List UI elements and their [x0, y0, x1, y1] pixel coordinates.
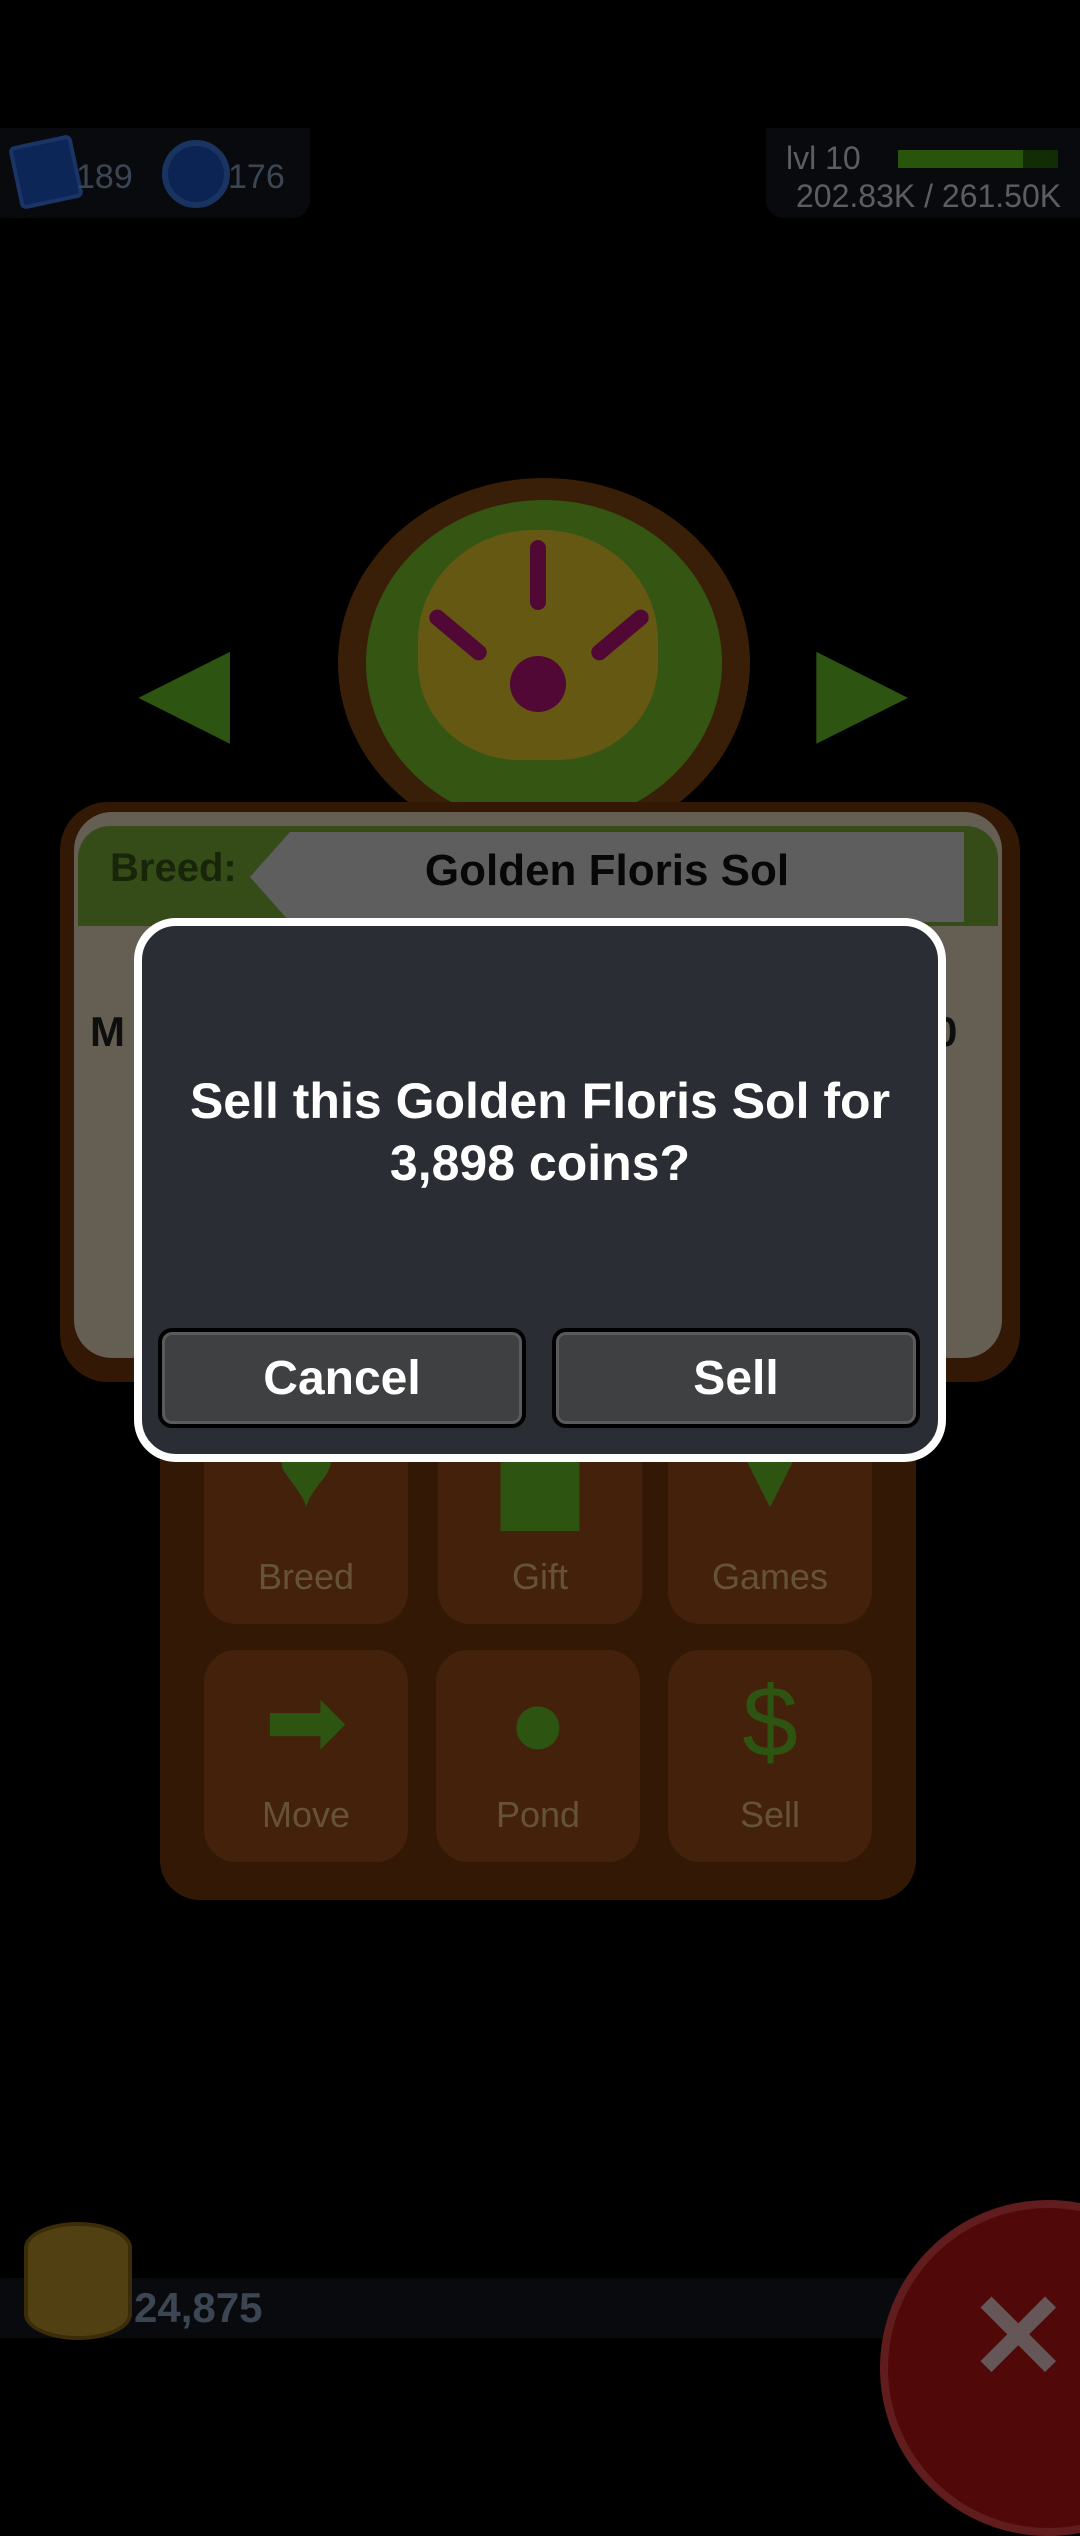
gem-icon	[8, 134, 84, 210]
xp-progress-bar	[898, 150, 1058, 168]
lilypad-icon: ●	[507, 1666, 569, 1778]
xp-progress-fill	[898, 150, 1023, 168]
move-button[interactable]: ➡ Move	[204, 1650, 408, 1862]
sell-action-button-label: Sell	[739, 1794, 801, 1835]
move-button-label: Move	[261, 1794, 351, 1835]
level-label: lvl 10	[786, 140, 861, 176]
pond-button-label: Pond	[495, 1794, 581, 1835]
close-icon: ✕	[968, 2270, 1069, 2404]
sell-action-button[interactable]: $ Sell	[668, 1650, 872, 1862]
breed-name: Golden Floris Sol	[424, 846, 790, 895]
dialog-message: Sell this Golden Floris Sol for 3,898 co…	[189, 1073, 891, 1191]
frog-pattern	[530, 540, 546, 610]
breed-button-label: Breed	[257, 1556, 355, 1597]
sell-button[interactable]: Sell	[552, 1328, 920, 1428]
dollar-icon: $	[742, 1666, 798, 1778]
orb-count: 176	[228, 158, 285, 196]
gem-count: 189	[76, 158, 133, 196]
orb-icon	[162, 140, 230, 208]
close-button[interactable]: ✕	[880, 2200, 1080, 2536]
partial-stat-label: M	[90, 1008, 125, 1055]
pond-button[interactable]: ● Pond	[436, 1650, 640, 1862]
frog-pattern	[510, 656, 566, 712]
arrow-right-icon: ➡	[264, 1666, 348, 1778]
cancel-button[interactable]: Cancel	[158, 1328, 526, 1428]
xp-text: 202.83K / 261.50K	[796, 178, 1062, 214]
next-frog-arrow-icon[interactable]: ▶	[816, 628, 908, 748]
coin-count: 24,875	[134, 2284, 263, 2331]
games-button-label: Games	[711, 1556, 829, 1597]
breed-label: Breed:	[110, 846, 237, 890]
coin-stack-icon	[24, 2222, 132, 2340]
previous-frog-arrow-icon[interactable]: ◀	[138, 628, 230, 748]
gift-button-label: Gift	[511, 1556, 568, 1597]
